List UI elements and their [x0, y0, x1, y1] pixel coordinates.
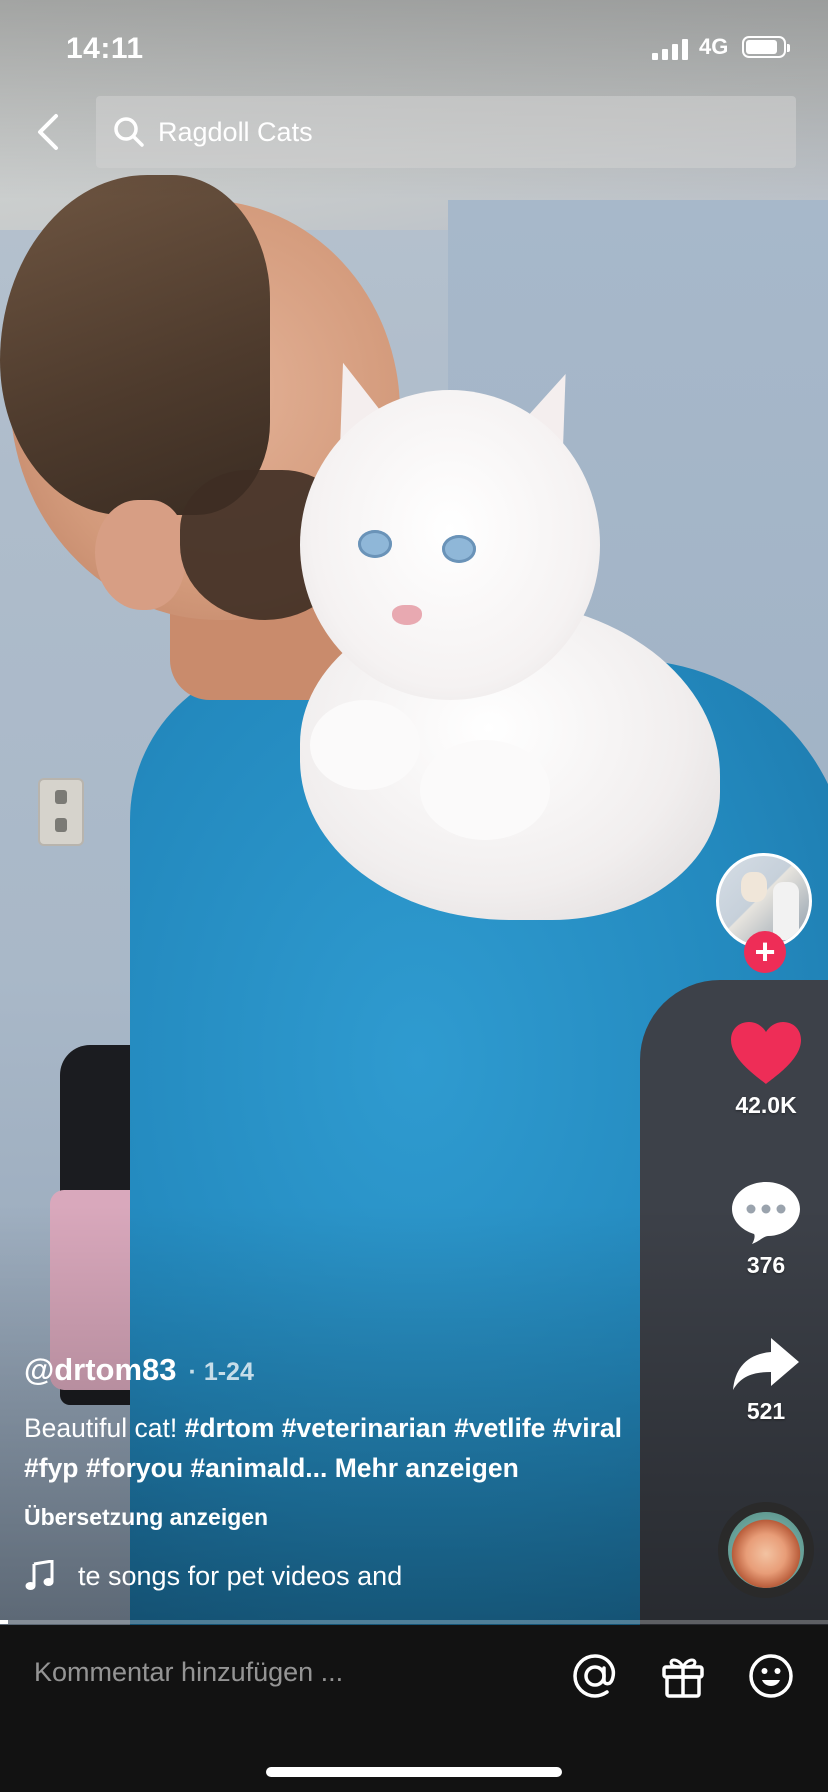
share-button[interactable]: 521 [718, 1336, 814, 1425]
wall-outlet [40, 780, 82, 844]
show-translation-link[interactable]: Übersetzung anzeigen [24, 1504, 268, 1531]
cat-paw [310, 700, 420, 790]
follow-button[interactable]: + [744, 931, 786, 973]
progress-fill [0, 1620, 9, 1624]
comment-count: 376 [746, 1252, 786, 1278]
status-bar: 14:11 4G [0, 0, 828, 90]
creator-avatar-group[interactable]: + [716, 853, 816, 973]
man-ear [95, 500, 185, 610]
cat-eye [358, 530, 392, 558]
tiktok-video-screen: 14:11 4G Ragdoll Cats + 42.0K 376 521 @d… [0, 0, 828, 1792]
home-indicator[interactable] [266, 1767, 562, 1777]
gift-button[interactable] [658, 1651, 708, 1701]
emoji-button[interactable] [746, 1651, 796, 1701]
share-count: 521 [746, 1398, 786, 1424]
clock: 14:11 [66, 32, 144, 65]
share-arrow-icon [733, 1338, 799, 1390]
cellular-signal-icon [652, 38, 692, 60]
caption-text: Beautiful cat! [24, 1413, 185, 1443]
mention-button[interactable] [570, 1651, 620, 1701]
post-date: · 1-24 [188, 1358, 254, 1386]
cat-paw [420, 740, 550, 840]
like-button[interactable]: 42.0K [718, 1020, 814, 1119]
creator-handle[interactable]: @drtom83 [24, 1352, 177, 1388]
smiley-face-icon [749, 1654, 793, 1698]
back-button[interactable] [22, 104, 72, 160]
comment-input[interactable]: Kommentar hinzufügen ... [34, 1657, 343, 1688]
at-sign-icon [573, 1654, 615, 1698]
music-title: te songs for pet videos and [78, 1560, 403, 1591]
comment-button[interactable]: 376 [718, 1178, 814, 1279]
comment-bubble-icon [732, 1182, 800, 1244]
plus-icon: + [754, 931, 776, 972]
music-note-icon [25, 1560, 54, 1590]
author-line: @drtom83 · 1-24 [24, 1352, 254, 1388]
heart-icon [731, 1022, 801, 1084]
show-more-link[interactable]: Mehr anzeigen [335, 1453, 519, 1483]
cat-eye [442, 535, 476, 563]
search-icon [112, 115, 146, 149]
chevron-left-icon [38, 114, 58, 150]
search-bar[interactable]: Ragdoll Cats [96, 96, 796, 168]
search-query: Ragdoll Cats [158, 116, 313, 147]
cat-nose [392, 605, 422, 625]
battery-icon [742, 36, 790, 58]
like-count: 42.0K [735, 1092, 797, 1118]
music-disc[interactable] [718, 1502, 814, 1598]
network-type: 4G [699, 34, 729, 59]
video-progress-bar[interactable] [0, 1620, 828, 1624]
caption: Beautiful cat! #drtom #veterinarian #vet… [24, 1408, 664, 1488]
gift-icon [662, 1658, 704, 1698]
comment-bar: Kommentar hinzufügen ... [0, 1625, 828, 1792]
music-row[interactable]: te songs for pet videos and [24, 1560, 402, 1592]
